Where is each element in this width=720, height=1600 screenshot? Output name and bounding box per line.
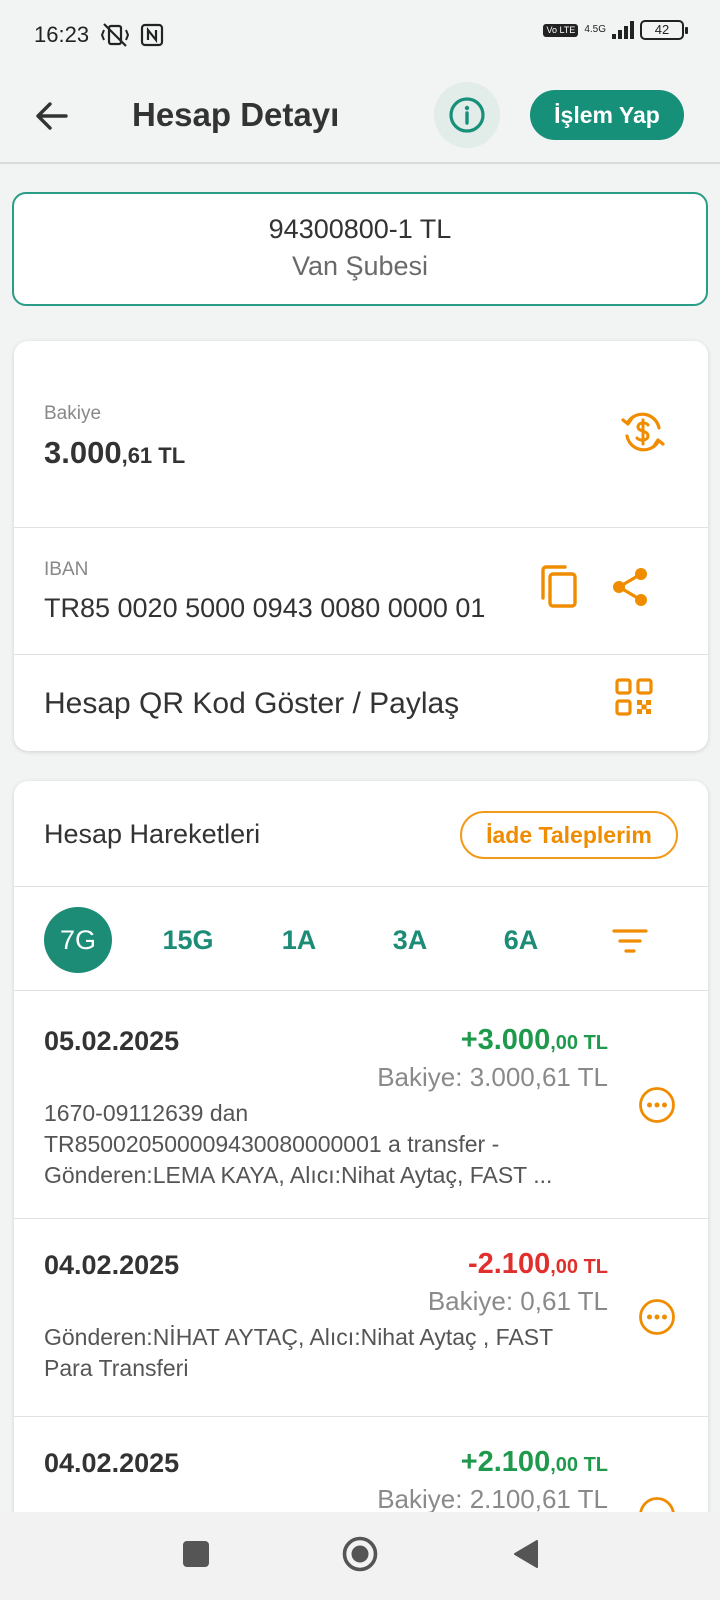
transaction-date: 04.02.2025: [44, 1250, 180, 1280]
period-tab-15g[interactable]: 15G: [154, 907, 222, 973]
more-options-icon: [639, 1299, 675, 1335]
info-button[interactable]: [434, 82, 500, 148]
period-tab-7g[interactable]: 7G: [44, 907, 112, 973]
share-iban-button[interactable]: [606, 563, 654, 611]
transaction-item[interactable]: 05.02.2025 +3.000,00 TL Bakiye: 3.000,61…: [14, 990, 708, 1218]
period-tab-6a[interactable]: 6A: [487, 907, 555, 973]
transaction-item[interactable]: 04.02.2025 -2.100,00 TL Bakiye: 0,61 TL …: [14, 1218, 708, 1416]
iban-value: TR85 0020 5000 0943 0080 0000 01: [44, 593, 486, 623]
transactions-title: Hesap Hareketleri: [44, 819, 261, 849]
network-type: 4.5G: [584, 24, 606, 35]
balance-value: 3.000,61 TL: [44, 435, 185, 471]
qr-code-button[interactable]: [612, 675, 656, 719]
transaction-date: 04.02.2025: [44, 1448, 180, 1478]
balance-label: Bakiye: [44, 403, 102, 424]
qr-code-label[interactable]: Hesap QR Kod Göster / Paylaş: [44, 687, 459, 721]
battery-icon: 42: [640, 20, 688, 40]
qr-code-icon: [615, 678, 653, 716]
account-branch: Van Şubesi: [291, 251, 429, 281]
system-back-button[interactable]: [506, 1534, 546, 1574]
transaction-more-button[interactable]: [638, 1086, 676, 1124]
transaction-balance: Bakiye: 0,61 TL: [427, 1286, 608, 1316]
copy-iban-button[interactable]: [534, 563, 582, 611]
iban-label: IBAN: [44, 559, 89, 580]
arrow-left-icon: [36, 102, 68, 130]
back-button[interactable]: [30, 94, 74, 138]
filter-icon: [612, 929, 648, 953]
period-tab-3a[interactable]: 3A: [376, 907, 444, 973]
recent-apps-button[interactable]: [176, 1534, 216, 1574]
page-title: Hesap Detayı: [132, 96, 340, 133]
system-nav-bar: [0, 1512, 720, 1600]
nfc-icon: [140, 23, 164, 47]
signal-icon: [612, 21, 634, 39]
transaction-description: 1670-09112639 dan TR85002050000943008000…: [44, 1100, 553, 1188]
transactions-card: Hesap Hareketleri İade Taleplerim 7G 15G…: [14, 781, 708, 1521]
transaction-item[interactable]: 04.02.2025 +2.100,00 TL Bakiye: 2.100,61…: [14, 1416, 708, 1521]
info-icon: [449, 97, 485, 133]
transaction-balance: Bakiye: 2.100,61 TL: [377, 1484, 608, 1514]
muted-vibrate-icon: [100, 23, 130, 47]
transaction-more-button[interactable]: [638, 1298, 676, 1336]
square-icon: [183, 1541, 209, 1567]
account-number: 94300800-1 TL: [268, 214, 452, 244]
app-bar: Hesap Detayı İşlem Yap: [0, 72, 720, 164]
triangle-back-icon: [514, 1540, 538, 1568]
status-time: 16:23: [34, 22, 90, 47]
transaction-amount: +3.000,00 TL: [460, 1024, 608, 1056]
account-selector[interactable]: 94300800-1 TL Van Şubesi: [12, 192, 708, 306]
transaction-amount: -2.100,00 TL: [467, 1248, 608, 1280]
balance-fraction: ,61 TL: [121, 443, 186, 468]
refresh-balance-button[interactable]: [618, 407, 668, 457]
filter-button[interactable]: [610, 921, 650, 961]
transaction-button[interactable]: İşlem Yap: [530, 90, 684, 140]
refund-requests-button[interactable]: İade Taleplerim: [460, 811, 678, 859]
more-options-icon: [639, 1087, 675, 1123]
period-tab-1a[interactable]: 1A: [265, 907, 333, 973]
home-circle-icon: [342, 1536, 378, 1572]
balance-main: 3.000: [44, 435, 122, 470]
share-icon: [613, 568, 647, 606]
account-info-card: Bakiye 3.000,61 TL IBAN TR85 0020 5000 0…: [14, 341, 708, 751]
transaction-balance: Bakiye: 3.000,61 TL: [377, 1062, 608, 1092]
home-button[interactable]: [340, 1534, 380, 1574]
copy-icon: [541, 565, 577, 608]
transaction-amount: +2.100,00 TL: [460, 1446, 608, 1478]
currency-refresh-icon: [621, 412, 665, 452]
status-bar: 16:23 Vo LTE 4.5G 42: [0, 0, 720, 72]
transaction-date: 05.02.2025: [44, 1026, 180, 1056]
volte-icon: Vo LTE: [543, 23, 579, 37]
transaction-description: Gönderen:NİHAT AYTAÇ, Alıcı:Nihat Aytaç …: [44, 1324, 554, 1381]
